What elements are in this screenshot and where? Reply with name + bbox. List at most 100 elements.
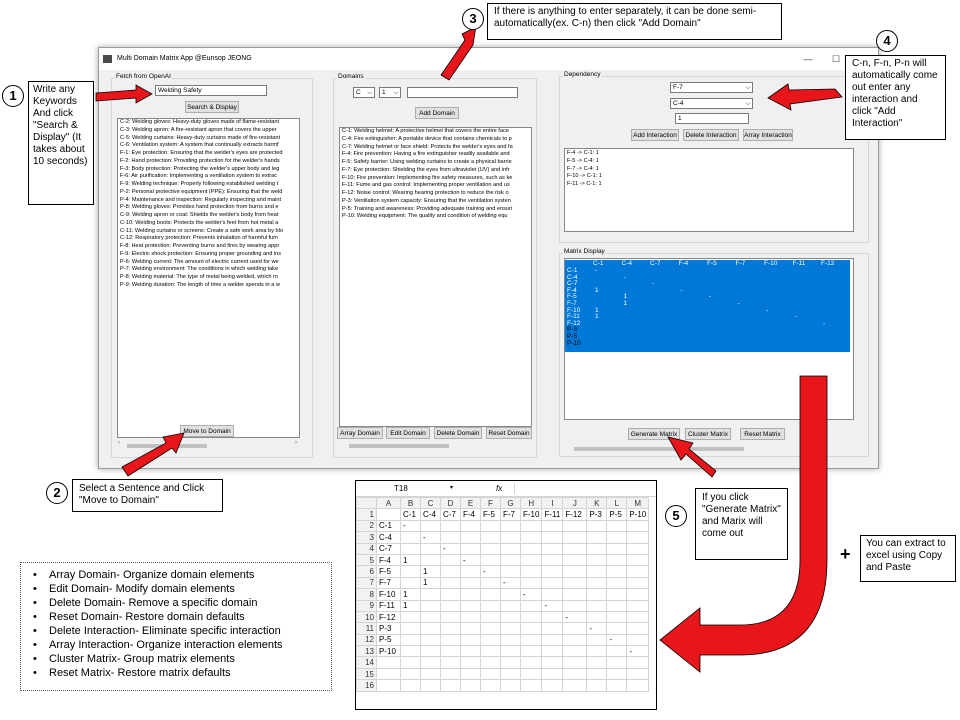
excel-cell[interactable]: [440, 599, 461, 612]
excel-cell[interactable]: [541, 610, 564, 624]
excel-cell[interactable]: [400, 610, 421, 624]
excel-cell[interactable]: 1: [400, 599, 421, 612]
excel-cell[interactable]: [586, 565, 608, 578]
excel-cell[interactable]: [626, 667, 650, 681]
excel-cell[interactable]: [626, 542, 650, 555]
excel-cell[interactable]: -: [626, 645, 650, 658]
column-letter[interactable]: D: [440, 496, 461, 510]
excel-cell[interactable]: [519, 622, 543, 635]
excel-cell[interactable]: F-7: [500, 508, 521, 521]
excel-cell[interactable]: [626, 656, 650, 669]
row-number[interactable]: 7: [356, 576, 377, 590]
excel-cell[interactable]: [440, 656, 461, 669]
excel-cell[interactable]: [480, 542, 501, 555]
excel-cell[interactable]: [519, 610, 543, 624]
excel-cell[interactable]: [626, 633, 650, 647]
excel-cell[interactable]: [400, 576, 421, 590]
excel-cell[interactable]: [606, 565, 628, 578]
excel-cell[interactable]: [480, 656, 501, 669]
excel-cell[interactable]: [480, 519, 501, 533]
excel-cell[interactable]: [500, 633, 521, 647]
excel-cell[interactable]: [460, 656, 481, 669]
excel-cell[interactable]: -: [586, 622, 608, 635]
excel-cell[interactable]: [586, 679, 608, 692]
excel-cell[interactable]: [541, 656, 564, 669]
excel-cell[interactable]: [519, 576, 543, 590]
excel-cell[interactable]: F-11: [376, 599, 401, 612]
row-number[interactable]: 14: [356, 656, 377, 669]
excel-cell[interactable]: [586, 553, 608, 567]
excel-cell[interactable]: C-7: [376, 542, 401, 555]
excel-cell[interactable]: [626, 553, 650, 567]
excel-cell[interactable]: [460, 588, 481, 601]
excel-cell[interactable]: [626, 588, 650, 601]
excel-cell[interactable]: [606, 645, 628, 658]
excel-cell[interactable]: F-11: [541, 508, 564, 521]
excel-cell[interactable]: C-7: [440, 508, 461, 521]
excel-cell[interactable]: [420, 622, 441, 635]
excel-cell[interactable]: [400, 542, 421, 555]
excel-cell[interactable]: [519, 667, 543, 681]
excel-cell[interactable]: [500, 622, 521, 635]
excel-cell[interactable]: [480, 633, 501, 647]
excel-cell[interactable]: [606, 553, 628, 567]
excel-cell[interactable]: -: [440, 542, 461, 555]
excel-cell[interactable]: [400, 565, 421, 578]
excel-cell[interactable]: [420, 645, 441, 658]
excel-cell[interactable]: [606, 667, 628, 681]
excel-cell[interactable]: [519, 542, 543, 555]
excel-cell[interactable]: [500, 679, 521, 692]
row-number[interactable]: 8: [356, 588, 377, 601]
excel-cell[interactable]: [400, 667, 421, 681]
excel-cell[interactable]: [626, 576, 650, 590]
excel-cell[interactable]: F-7: [376, 576, 401, 590]
excel-cell[interactable]: [586, 599, 608, 612]
excel-cell[interactable]: [519, 531, 543, 544]
excel-cell[interactable]: [460, 542, 481, 555]
excel-cell[interactable]: [400, 633, 421, 647]
excel-cell[interactable]: [562, 667, 588, 681]
excel-cell[interactable]: [519, 656, 543, 669]
excel-cell[interactable]: [586, 656, 608, 669]
excel-cell[interactable]: [541, 622, 564, 635]
excel-cell[interactable]: [626, 622, 650, 635]
excel-cell[interactable]: 1: [420, 576, 441, 590]
column-letter[interactable]: K: [586, 496, 608, 510]
excel-cell[interactable]: [606, 531, 628, 544]
excel-cell[interactable]: [500, 542, 521, 555]
excel-cell[interactable]: C-4: [420, 508, 441, 521]
excel-cell[interactable]: [420, 633, 441, 647]
excel-cell[interactable]: [376, 679, 401, 692]
excel-cell[interactable]: [440, 576, 461, 590]
excel-cell[interactable]: P-3: [586, 508, 608, 521]
excel-cell[interactable]: [500, 610, 521, 624]
row-number[interactable]: 5: [356, 553, 377, 567]
excel-cell[interactable]: P-10: [376, 645, 401, 658]
excel-cell[interactable]: [626, 531, 650, 544]
excel-cell[interactable]: [519, 633, 543, 647]
excel-cell[interactable]: [440, 633, 461, 647]
row-number[interactable]: 1: [356, 508, 377, 521]
excel-cell[interactable]: [460, 576, 481, 590]
excel-cell[interactable]: [500, 588, 521, 601]
row-number[interactable]: 10: [356, 610, 377, 624]
excel-cell[interactable]: [541, 565, 564, 578]
excel-cell[interactable]: [420, 542, 441, 555]
excel-cell[interactable]: [440, 553, 461, 567]
excel-cell[interactable]: [606, 576, 628, 590]
excel-cell[interactable]: [400, 645, 421, 658]
formula-bar[interactable]: [514, 483, 655, 494]
column-letter[interactable]: G: [500, 496, 521, 510]
excel-cell[interactable]: [500, 519, 521, 533]
excel-cell[interactable]: [586, 531, 608, 544]
excel-cell[interactable]: [500, 667, 521, 681]
excel-cell[interactable]: [606, 519, 628, 533]
excel-cell[interactable]: [500, 565, 521, 578]
excel-cell[interactable]: [480, 588, 501, 601]
excel-cell[interactable]: [541, 542, 564, 555]
excel-cell[interactable]: [562, 588, 588, 601]
excel-cell[interactable]: [440, 519, 461, 533]
excel-cell[interactable]: [400, 656, 421, 669]
excel-cell[interactable]: [606, 588, 628, 601]
excel-cell[interactable]: [626, 565, 650, 578]
